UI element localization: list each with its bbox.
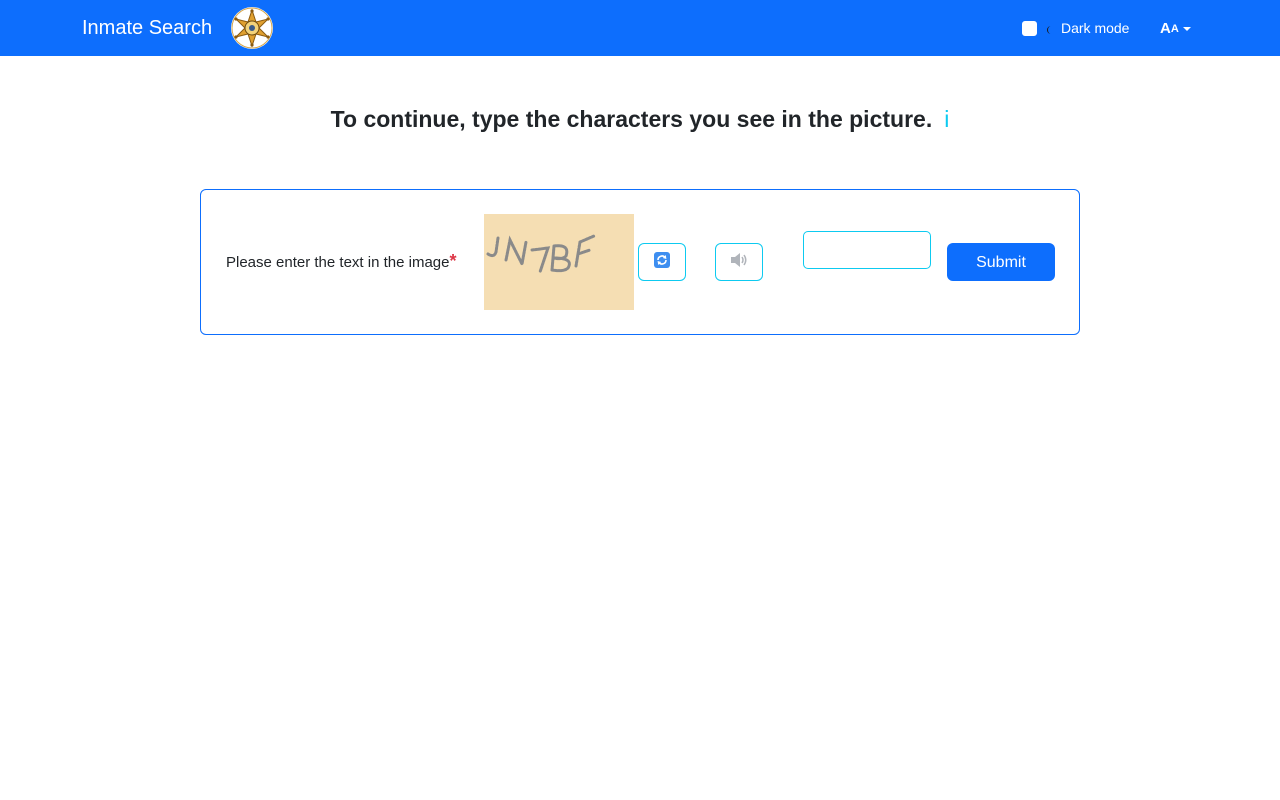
top-navbar: Inmate Search Dark mode A A [0,0,1280,56]
brand-link[interactable]: Inmate Search [82,15,212,41]
refresh-captcha-button[interactable] [638,243,686,281]
captcha-answer-input[interactable] [803,231,931,269]
font-size-icon-small: A [1170,23,1179,35]
dark-mode-checkbox[interactable] [1022,21,1037,36]
font-size-icon-large: A [1160,20,1171,37]
dark-mode-toggle[interactable]: Dark mode [1022,20,1129,37]
page-title: To continue, type the characters you see… [0,104,1280,134]
info-link[interactable]: i [944,106,949,132]
captcha-image [484,214,634,310]
captcha-prompt: Please enter the text in the image* [226,251,457,273]
font-size-dropdown-button[interactable]: A A [1160,19,1191,39]
audio-captcha-button[interactable] [715,243,763,281]
captcha-panel: Please enter the text in the image* Subm… [200,189,1080,335]
dark-mode-label: Dark mode [1061,20,1130,36]
page-title-text: To continue, type the characters you see… [330,106,933,132]
captcha-prompt-label: Please enter the text in the image [226,254,450,271]
refresh-icon [654,251,670,273]
chevron-down-icon [1182,27,1191,31]
required-asterisk: * [449,251,457,271]
submit-button[interactable]: Submit [947,243,1055,281]
moon-icon [1047,25,1053,34]
speaker-icon [730,252,748,273]
sheriff-badge-logo-icon [231,7,273,49]
